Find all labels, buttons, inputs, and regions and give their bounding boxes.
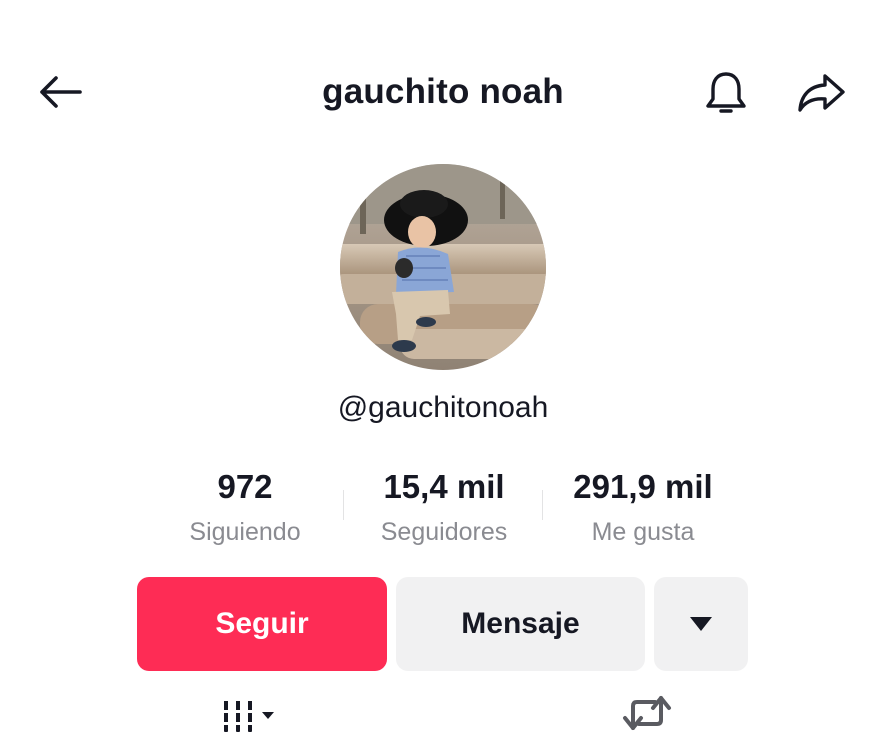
tab-reposts[interactable] — [612, 690, 682, 746]
stat-value: 291,9 mil — [573, 468, 713, 505]
stat-followers[interactable]: 15,4 mil Seguidores — [344, 464, 544, 552]
message-button[interactable]: Mensaje — [396, 577, 645, 671]
top-nav-bar: gauchito noah — [0, 50, 886, 134]
profile-tabs — [0, 686, 886, 750]
tab-videos[interactable] — [206, 690, 286, 746]
stat-label: Seguidores — [380, 518, 508, 546]
stat-label: Siguiendo — [189, 518, 301, 546]
stat-following[interactable]: 972 Siguiendo — [145, 464, 345, 552]
caret-down-icon — [262, 712, 274, 719]
username: @gauchitonoah — [337, 391, 549, 424]
share-arrow-icon — [798, 74, 845, 112]
profile-photo — [340, 164, 546, 370]
follow-button[interactable]: Seguir — [137, 577, 387, 671]
profile-stats: 972 Siguiendo 15,4 mil Seguidores 291,9 … — [0, 464, 886, 554]
share-button[interactable] — [790, 68, 852, 118]
bell-icon — [706, 72, 746, 113]
stat-likes[interactable]: 291,9 mil Me gusta — [543, 464, 743, 552]
grid-columns-icon — [224, 698, 274, 732]
notifications-button[interactable] — [698, 68, 754, 118]
stat-value: 15,4 mil — [383, 468, 505, 505]
more-options-button[interactable] — [654, 577, 748, 671]
stat-label: Me gusta — [591, 518, 695, 546]
caret-down-icon — [690, 617, 712, 631]
repost-icon — [623, 696, 671, 730]
stat-value: 972 — [217, 468, 273, 505]
profile-avatar[interactable] — [340, 164, 546, 370]
